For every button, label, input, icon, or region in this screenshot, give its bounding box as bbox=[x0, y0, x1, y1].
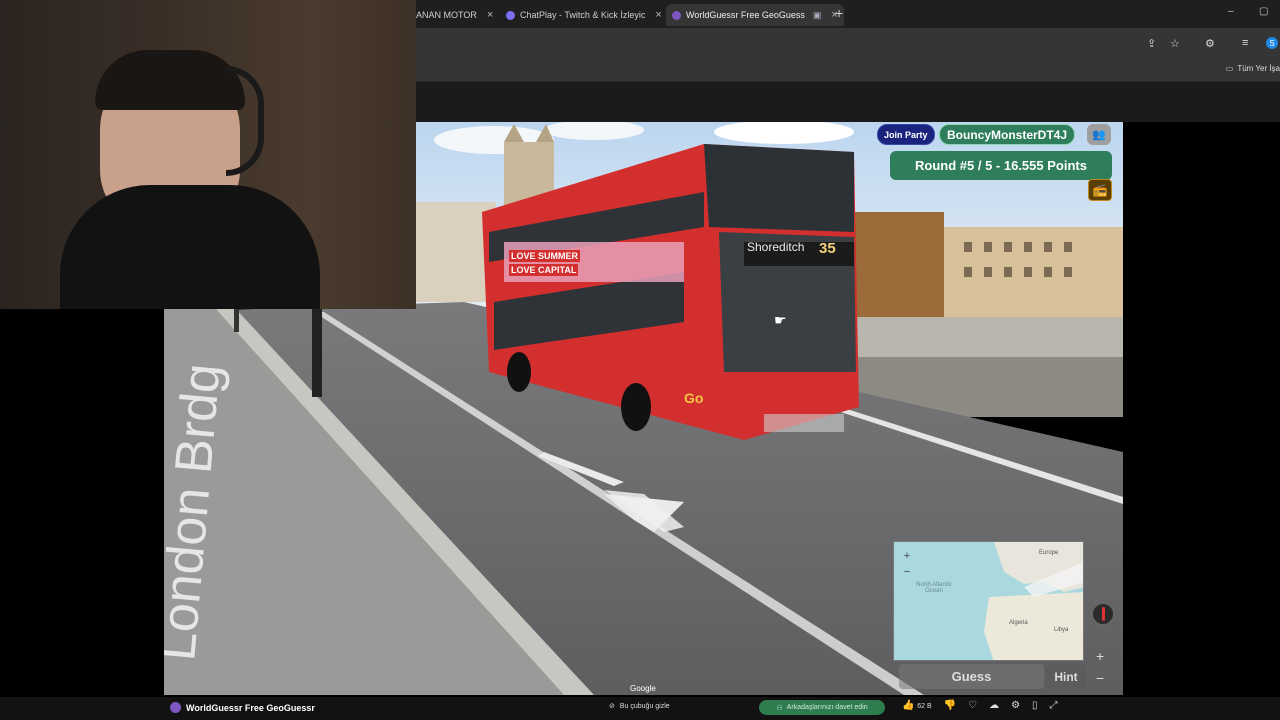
eye-off-icon: ⊘ bbox=[609, 703, 615, 710]
mobile-icon[interactable]: ▯ bbox=[1032, 700, 1038, 711]
bus-ad-text: LOVE CAPITAL bbox=[509, 264, 579, 276]
close-icon[interactable]: × bbox=[487, 9, 493, 21]
bookmarks-folder-label: Tüm Yer İşa bbox=[1237, 64, 1280, 73]
bookmark-star-icon[interactable]: ☆ bbox=[1170, 37, 1180, 50]
hide-bar-button[interactable]: ⊘ Bu çubuğu gizle bbox=[609, 702, 670, 711]
thumbs-up-icon: 👍 bbox=[902, 700, 915, 711]
worldguessr-icon bbox=[672, 10, 681, 20]
heart-icon[interactable]: ♡ bbox=[968, 700, 977, 711]
username-badge[interactable]: BouncyMonsterDT4J bbox=[939, 124, 1076, 145]
invite-friends-label: Arkadaşlarınızı davet edin bbox=[786, 704, 868, 711]
like-count: 62 B bbox=[917, 703, 932, 710]
dislike-icon[interactable]: 👎 bbox=[944, 700, 956, 711]
fullscreen-icon[interactable]: ⤢ bbox=[1050, 700, 1058, 711]
bottom-app-title: WorldGuessr Free GeoGuessr bbox=[170, 702, 315, 713]
guess-minimap[interactable]: North Atlantic Ocean Algeria Libya Europ… bbox=[893, 541, 1084, 661]
extensions-icon[interactable]: ⚙ bbox=[1205, 37, 1215, 50]
map-zoom-out-button[interactable]: − bbox=[900, 565, 914, 579]
compass-icon[interactable] bbox=[1091, 602, 1115, 626]
street-zoom-in-button[interactable]: + bbox=[1096, 648, 1104, 664]
profile-avatar[interactable]: S bbox=[1266, 37, 1278, 49]
worldguessr-logo-icon bbox=[170, 702, 181, 713]
map-label-libya: Libya bbox=[1054, 627, 1069, 633]
google-attribution: Google bbox=[630, 684, 656, 693]
hint-button[interactable]: Hint bbox=[1046, 664, 1086, 689]
settings-icon[interactable]: ⚙ bbox=[1011, 700, 1020, 711]
bottom-app-title-text: WorldGuessr Free GeoGuessr bbox=[186, 702, 315, 713]
close-icon[interactable]: × bbox=[655, 9, 661, 21]
map-label-europe: Europe bbox=[1039, 550, 1059, 556]
bus-ad-text: LOVE SUMMER bbox=[509, 250, 581, 262]
join-party-button[interactable]: Join Party bbox=[877, 124, 935, 145]
round-info-banner: Round #5 / 5 - 16.555 Points bbox=[890, 151, 1112, 180]
cloud-icon[interactable]: ☁ bbox=[989, 700, 999, 711]
bus-route-number: 35 bbox=[819, 240, 836, 257]
cast-icon[interactable]: ⇪ bbox=[1147, 37, 1156, 50]
map-label-atlantic: North Atlantic Ocean bbox=[916, 582, 952, 594]
bus-operator-logo: Go bbox=[684, 390, 704, 406]
minimize-button[interactable]: – bbox=[1228, 6, 1234, 17]
radio-icon[interactable]: 📻 bbox=[1088, 179, 1112, 201]
media-icon: ▣ bbox=[812, 9, 822, 20]
map-zoom-in-button[interactable]: + bbox=[900, 549, 914, 563]
media-control-icon[interactable]: ≡ bbox=[1242, 37, 1248, 49]
hide-bar-label: Bu çubuğu gizle bbox=[619, 702, 670, 710]
street-zoom-out-button[interactable]: − bbox=[1096, 670, 1104, 686]
chatplay-icon bbox=[506, 10, 515, 20]
party-members-icon[interactable]: 👥 bbox=[1087, 124, 1111, 145]
guess-button[interactable]: Guess bbox=[899, 664, 1044, 689]
folder-icon: ▭ bbox=[1225, 64, 1234, 73]
tab-label: ChatPlay - Twitch & Kick İzleyic bbox=[520, 10, 646, 20]
tab-label: WorldGuessr Free GeoGuess bbox=[686, 10, 805, 20]
browser-tab[interactable]: ChatPlay - Twitch & Kick İzleyic × bbox=[500, 4, 668, 26]
maximize-button[interactable]: ▢ bbox=[1259, 6, 1268, 17]
people-icon: ⚇ bbox=[776, 704, 783, 712]
new-tab-button[interactable]: + bbox=[835, 5, 843, 21]
all-bookmarks-folder[interactable]: ▭ Tüm Yer İşa bbox=[1226, 64, 1280, 73]
like-button[interactable]: 👍 62 B bbox=[902, 700, 932, 711]
tab-label: ANAN MOTOR bbox=[416, 10, 477, 20]
minimap-graphic bbox=[894, 542, 1083, 660]
screen: ANAN MOTOR × ChatPlay - Twitch & Kick İz… bbox=[0, 0, 1280, 720]
webcam-hoodie bbox=[60, 185, 320, 309]
bus-destination-sign: Shoreditch bbox=[747, 240, 805, 254]
map-label-algeria: Algeria bbox=[1009, 620, 1028, 626]
cursor-icon: ☛ bbox=[774, 312, 787, 328]
webcam-hair bbox=[95, 50, 245, 110]
headset-icon bbox=[226, 66, 264, 176]
webcam-overlay bbox=[0, 0, 416, 309]
invite-friends-button[interactable]: ⚇ Arkadaşlarınızı davet edin bbox=[759, 700, 885, 715]
browser-tab[interactable]: ANAN MOTOR × bbox=[410, 4, 499, 26]
bottom-actions: 👍 62 B 👎 ♡ ☁ ⚙ ▯ ⤢ bbox=[902, 700, 1058, 711]
browser-tab-active[interactable]: WorldGuessr Free GeoGuess ▣ × bbox=[666, 4, 844, 26]
